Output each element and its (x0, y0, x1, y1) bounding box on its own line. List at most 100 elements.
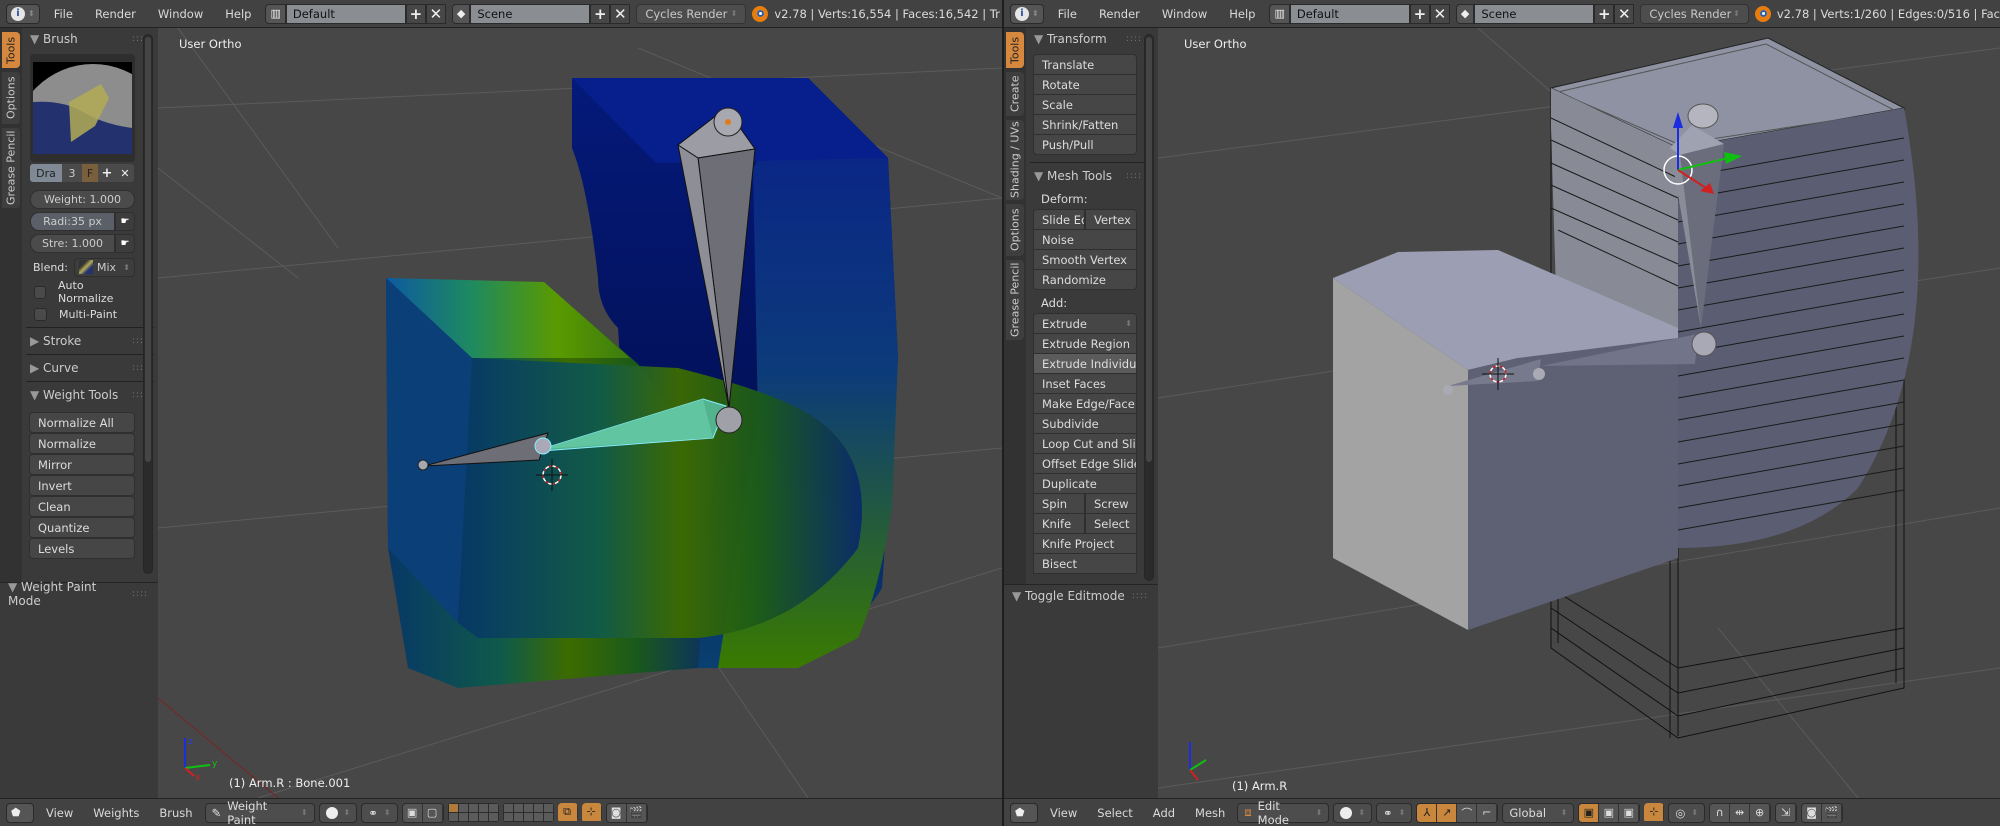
add-layout-button[interactable]: + (405, 3, 426, 24)
delete-layout-button[interactable]: ✕ (425, 3, 446, 24)
strength-pressure-icon[interactable]: ☛ (115, 234, 135, 253)
invert-button[interactable]: Invert (29, 475, 135, 496)
render-animation-icon[interactable]: 🎬 (626, 803, 647, 822)
mirror-button[interactable]: Mirror (29, 454, 135, 475)
screen-layout-icon[interactable]: ▥ (265, 3, 286, 24)
strength-slider[interactable]: Stre: 1.000 (30, 234, 115, 253)
face-mask-icon[interactable]: ▣ (402, 803, 423, 822)
loop-cut-slide-button[interactable]: Loop Cut and Slide (1033, 433, 1137, 454)
edge-select-icon[interactable]: ▣ (1599, 803, 1620, 822)
brush-name-field[interactable]: Dra (30, 164, 62, 182)
rotate-button[interactable]: Rotate (1033, 74, 1137, 95)
proportional-edit-select[interactable]: ◎ ⬍ (1668, 802, 1706, 823)
delete-scene-button[interactable]: ✕ (610, 3, 631, 24)
knife-button[interactable]: Knife (1033, 513, 1085, 534)
push-pull-button[interactable]: Push/Pull (1033, 134, 1137, 155)
panel-brush-header[interactable]: ▼ Brush:::: (22, 28, 158, 50)
add-scene-button[interactable]: + (590, 3, 611, 24)
quantize-button[interactable]: Quantize (29, 517, 135, 538)
radius-pressure-icon[interactable]: ☛ (115, 212, 135, 231)
unlink-brush-button[interactable]: ✕ (116, 164, 134, 182)
spin-button[interactable]: Spin (1033, 493, 1085, 514)
smooth-vertex-button[interactable]: Smooth Vertex (1033, 249, 1137, 270)
snap-element-icon[interactable]: ⇹ (1730, 803, 1751, 822)
viewport-3d-left[interactable]: z y x User Ortho (1) Arm.R : Bone.001 (158, 28, 1002, 798)
weight-slider[interactable]: Weight: 1.000 (30, 190, 135, 209)
menu-file[interactable]: File (1050, 7, 1085, 21)
render-engine-select[interactable]: Cycles Render ⬍ (636, 3, 747, 24)
layers-grid-2[interactable] (502, 803, 554, 822)
knife-project-button[interactable]: Knife Project (1033, 533, 1137, 554)
scene-field[interactable]: Scene (470, 3, 591, 24)
panel-weight-paint-mode-header[interactable]: ▼ Weight Paint Mode:::: (0, 580, 158, 608)
delete-scene-button[interactable]: ✕ (1614, 3, 1635, 24)
screen-layout-field[interactable]: Default (285, 3, 406, 24)
brush-users-count[interactable]: 3 (62, 164, 82, 182)
drag-handle-icon[interactable]: :::: (1126, 171, 1142, 181)
editor-type-button[interactable]: ⬟ (6, 802, 34, 823)
fake-user-toggle[interactable]: F (82, 164, 98, 182)
slide-edge-button[interactable]: Slide Ed (1033, 209, 1085, 230)
translate-button[interactable]: Translate (1033, 54, 1137, 75)
drag-handle-icon[interactable]: :::: (132, 589, 148, 599)
screen-layout-icon[interactable]: ▥ (1269, 3, 1290, 24)
mode-select[interactable]: ✎ Weight Paint ⬍ (204, 799, 315, 826)
auto-normalize-checkbox[interactable] (34, 285, 47, 299)
tab-grease-pencil[interactable]: Grease Pencil (1006, 260, 1024, 340)
window-splitter[interactable] (1002, 0, 1004, 826)
blend-select[interactable]: Mix ⬍ (74, 257, 135, 277)
snap-target-icon[interactable]: ⊕ (1750, 803, 1771, 822)
vertex-slide-button[interactable]: Vertex (1085, 209, 1137, 230)
editor-type-button[interactable]: i ⬍ (6, 3, 40, 24)
menu-select[interactable]: Select (1089, 806, 1140, 820)
panel-transform-header[interactable]: ▼ Transform:::: (1026, 28, 1152, 50)
face-select-icon[interactable]: ▣ (1619, 803, 1640, 822)
bisect-button[interactable]: Bisect (1033, 553, 1137, 574)
inset-faces-button[interactable]: Inset Faces (1033, 373, 1137, 394)
menu-file[interactable]: File (46, 7, 81, 21)
make-edge-face-button[interactable]: Make Edge/Face (1033, 393, 1137, 414)
multi-paint-checkbox[interactable] (34, 307, 47, 321)
drag-handle-icon[interactable]: :::: (1126, 34, 1142, 44)
editor-type-button[interactable]: ⬟ (1010, 802, 1038, 823)
menu-render[interactable]: Render (87, 7, 144, 21)
screw-button[interactable]: Screw (1085, 493, 1137, 514)
editor-type-button[interactable]: i ⬍ (1010, 3, 1044, 24)
subdivide-button[interactable]: Subdivide (1033, 413, 1137, 434)
vertex-mask-icon[interactable]: ▢ (422, 803, 443, 822)
noise-button[interactable]: Noise (1033, 229, 1137, 250)
brush-preview[interactable] (30, 54, 135, 162)
translate-manipulator-icon[interactable]: ↗ (1437, 803, 1458, 822)
scene-icon[interactable]: ◆ (451, 3, 471, 24)
menu-render[interactable]: Render (1091, 7, 1148, 21)
normalize-all-button[interactable]: Normalize All (29, 412, 135, 433)
panel-mesh-tools-header[interactable]: ▼ Mesh Tools:::: (1026, 165, 1152, 187)
bone-root-joint[interactable] (715, 406, 743, 434)
delete-layout-button[interactable]: ✕ (1429, 3, 1450, 24)
extrude-region-button[interactable]: Extrude Region (1033, 333, 1137, 354)
render-image-icon[interactable]: ◙ (606, 803, 627, 822)
menu-view[interactable]: View (1042, 806, 1085, 820)
normalize-button[interactable]: Normalize (29, 433, 135, 454)
menu-brush[interactable]: Brush (151, 806, 200, 820)
snap-icon[interactable]: ⊹ (581, 802, 602, 821)
render-engine-select[interactable]: Cycles Render ⬍ (1640, 3, 1749, 24)
shrink-fatten-button[interactable]: Shrink/Fatten (1033, 114, 1137, 135)
clean-button[interactable]: Clean (29, 496, 135, 517)
vertex-select-icon[interactable]: ▣ (1579, 803, 1600, 822)
randomize-button[interactable]: Randomize (1033, 269, 1137, 290)
tab-grease-pencil[interactable]: Grease Pencil (2, 128, 20, 208)
menu-window[interactable]: Window (150, 7, 211, 21)
duplicate-button[interactable]: Duplicate (1033, 473, 1137, 494)
menu-window[interactable]: Window (1154, 7, 1215, 21)
tab-shading-uvs[interactable]: Shading / UVs (1006, 120, 1024, 200)
viewport-shading-select[interactable]: ⬍ (1333, 802, 1373, 823)
add-layout-button[interactable]: + (1409, 3, 1430, 24)
tab-options[interactable]: Options (1006, 204, 1024, 256)
menu-add[interactable]: Add (1145, 806, 1183, 820)
add-scene-button[interactable]: + (1594, 3, 1615, 24)
snap-toggle-icon[interactable]: ∩ (1710, 803, 1731, 822)
scene-field[interactable]: Scene (1474, 3, 1595, 24)
offset-edge-slide-button[interactable]: Offset Edge Slide (1033, 453, 1137, 474)
render-animation-icon[interactable]: 🎬 (1822, 803, 1843, 822)
